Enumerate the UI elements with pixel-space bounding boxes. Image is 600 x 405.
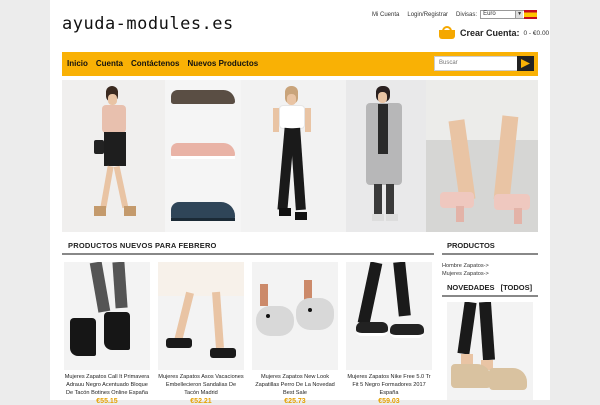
news-product-image[interactable] (447, 302, 533, 400)
top-links: Mi Cuenta Login/Registrar Divisas: Euro … (372, 10, 542, 19)
page: ayuda-modules.es Mi Cuenta Login/Registr… (50, 0, 550, 405)
product-price: €52.21 (190, 398, 212, 405)
currency-label: Divisas: (456, 11, 478, 18)
sidebar-item-hombre[interactable]: Hombre Zapatos-> (442, 262, 489, 270)
hero-banner[interactable] (62, 80, 538, 232)
product-name[interactable]: Mujeres Zapatos Nike Free 5.0 Tr Fit 5 N… (346, 373, 432, 397)
nav-item-cuenta[interactable]: Cuenta (96, 59, 123, 68)
banner-shoes-image (165, 80, 241, 232)
my-account-link[interactable]: Mi Cuenta (372, 12, 399, 18)
product-image-boots[interactable] (64, 262, 150, 370)
search-button[interactable] (517, 56, 534, 71)
product-card[interactable]: Mujeres Zapatos Nike Free 5.0 Tr Fit 5 N… (346, 262, 432, 405)
nav-item-contactenos[interactable]: Contáctenos (131, 59, 179, 68)
news-all-link[interactable]: [TODOS] (501, 283, 533, 292)
cart-summary[interactable]: Crear Cuenta: 0 - €0.00 (438, 26, 549, 40)
shopping-basket-icon (438, 26, 456, 40)
product-name[interactable]: Mujeres Zapatos Call It Primavera Adrauu… (64, 373, 150, 397)
sidebar-category-list: Hombre Zapatos-> Mujeres Zapatos-> (442, 262, 489, 278)
news-heading-label: NOVEDADES (447, 283, 495, 292)
banner-woman-coat-image (346, 80, 426, 232)
currency-value: Euro (483, 11, 496, 17)
product-card[interactable]: Mujeres Zapatos New Look Zapatillas Perr… (252, 262, 338, 405)
product-grid: Mujeres Zapatos Call It Primavera Adrauu… (64, 262, 432, 405)
cart-total: 0 - €0.00 (523, 29, 550, 37)
nav-item-inicio[interactable]: Inicio (67, 59, 88, 68)
sidebar-item-mujeres[interactable]: Mujeres Zapatos-> (442, 270, 489, 278)
spain-flag-icon[interactable] (524, 10, 537, 19)
product-price: €25.73 (284, 398, 306, 405)
product-image-dog-slippers[interactable] (252, 262, 338, 370)
search-icon (521, 59, 530, 68)
sidebar-news-heading: NOVEDADES [TODOS] (442, 279, 538, 297)
main-nav: Inicio Cuenta Contáctenos Nuevos Product… (62, 52, 538, 76)
new-products-heading: PRODUCTOS NUEVOS PARA FEBRERO (62, 237, 434, 255)
product-card[interactable]: Mujeres Zapatos Call It Primavera Adrauu… (64, 262, 150, 405)
product-image-sneakers[interactable] (346, 262, 432, 370)
login-link[interactable]: Login/Registrar (407, 12, 448, 18)
product-image-sandals[interactable] (158, 262, 244, 370)
banner-woman-skirt-image (62, 80, 165, 232)
site-logo[interactable]: ayuda-modules.es (62, 14, 234, 34)
search-input[interactable]: Buscar (434, 56, 518, 71)
chevron-down-icon: ▼ (515, 11, 524, 18)
cart-title[interactable]: Crear Cuenta: (460, 28, 520, 38)
product-price: €59.03 (378, 398, 400, 405)
product-price: €55.15 (96, 398, 118, 405)
banner-woman-jeans-image (241, 80, 346, 232)
product-name[interactable]: Mujeres Zapatos New Look Zapatillas Perr… (252, 373, 338, 397)
product-card[interactable]: Mujeres Zapatos Asos Vacaciones Embellec… (158, 262, 244, 405)
nav-item-nuevos-productos[interactable]: Nuevos Productos (187, 59, 258, 68)
sidebar-products-heading: PRODUCTOS (442, 237, 538, 255)
banner-heels-image (426, 80, 538, 232)
product-name[interactable]: Mujeres Zapatos Asos Vacaciones Embellec… (158, 373, 244, 397)
